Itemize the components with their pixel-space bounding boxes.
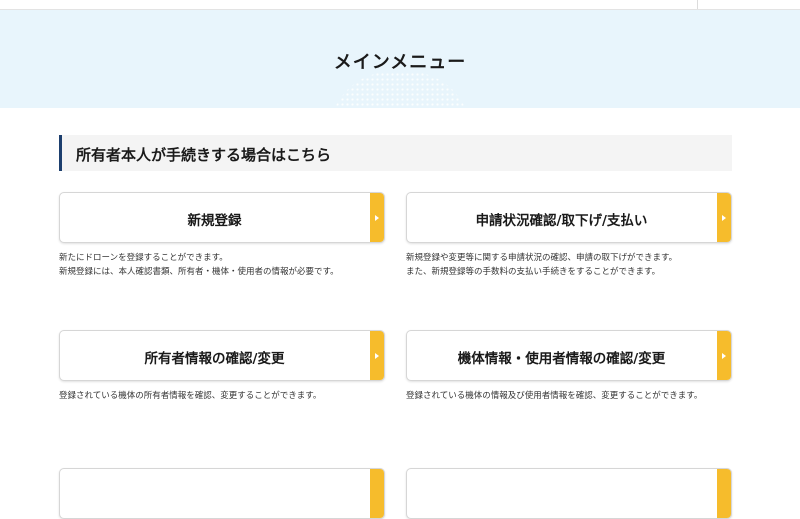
description-line: 新規登録や変更等に関する申請状況の確認、申請の取下げができます。: [406, 253, 678, 263]
arrow-tab: [717, 469, 731, 518]
arrow-tab: [717, 331, 731, 380]
application-status-button[interactable]: 申請状況確認/取下げ/支払い: [406, 192, 732, 243]
menu-card-partial[interactable]: [406, 468, 732, 519]
new-registration-label: 新規登録: [187, 213, 242, 229]
description-line: 新規登録には、本人確認書類、所有者・機体・使用者の情報が必要です。: [59, 267, 339, 277]
page-title: メインメニュー: [333, 52, 467, 73]
section-heading: 所有者本人が手続きする場合はこちら: [59, 135, 732, 171]
arrow-right-icon: [375, 353, 379, 359]
aircraft-user-info-label: 機体情報・使用者情報の確認/変更: [457, 351, 666, 367]
description-line: 登録されている機体の所有者情報を確認、変更することができます。: [59, 391, 322, 401]
arrow-tab: [370, 469, 384, 518]
top-bar-divider: [697, 0, 698, 9]
arrow-right-icon: [375, 215, 379, 221]
aircraft-user-info-description: 登録されている機体の情報及び使用者情報を確認、変更することができます。: [406, 389, 702, 403]
section-heading-text: 所有者本人が手続きする場合はこちら: [76, 146, 332, 164]
aircraft-user-info-button[interactable]: 機体情報・使用者情報の確認/変更: [406, 330, 732, 381]
owner-info-label: 所有者情報の確認/変更: [144, 351, 285, 367]
new-registration-button[interactable]: 新規登録: [59, 192, 385, 243]
description-line: 登録されている機体の情報及び使用者情報を確認、変更することができます。: [406, 391, 703, 401]
arrow-right-icon: [722, 353, 726, 359]
application-status-description: 新規登録や変更等に関する申請状況の確認、申請の取下げができます。 また、新規登録…: [406, 251, 677, 279]
menu-card-partial[interactable]: [59, 468, 385, 519]
arrow-tab: [717, 193, 731, 242]
description-line: また、新規登録等の手数料の支払い手続きをすることができます。: [406, 267, 661, 277]
owner-info-button[interactable]: 所有者情報の確認/変更: [59, 330, 385, 381]
page-header: メインメニュー: [0, 10, 800, 108]
new-registration-description: 新たにドローンを登録することができます。 新規登録には、本人確認書類、所有者・機…: [59, 251, 339, 279]
description-line: 新たにドローンを登録することができます。: [59, 253, 228, 263]
top-bar: [0, 0, 800, 10]
arrow-right-icon: [722, 215, 726, 221]
arrow-tab: [370, 193, 384, 242]
application-status-label: 申請状況確認/取下げ/支払い: [475, 213, 648, 229]
arrow-tab: [370, 331, 384, 380]
dot-pattern-decoration: [330, 72, 470, 108]
owner-info-description: 登録されている機体の所有者情報を確認、変更することができます。: [59, 389, 321, 403]
